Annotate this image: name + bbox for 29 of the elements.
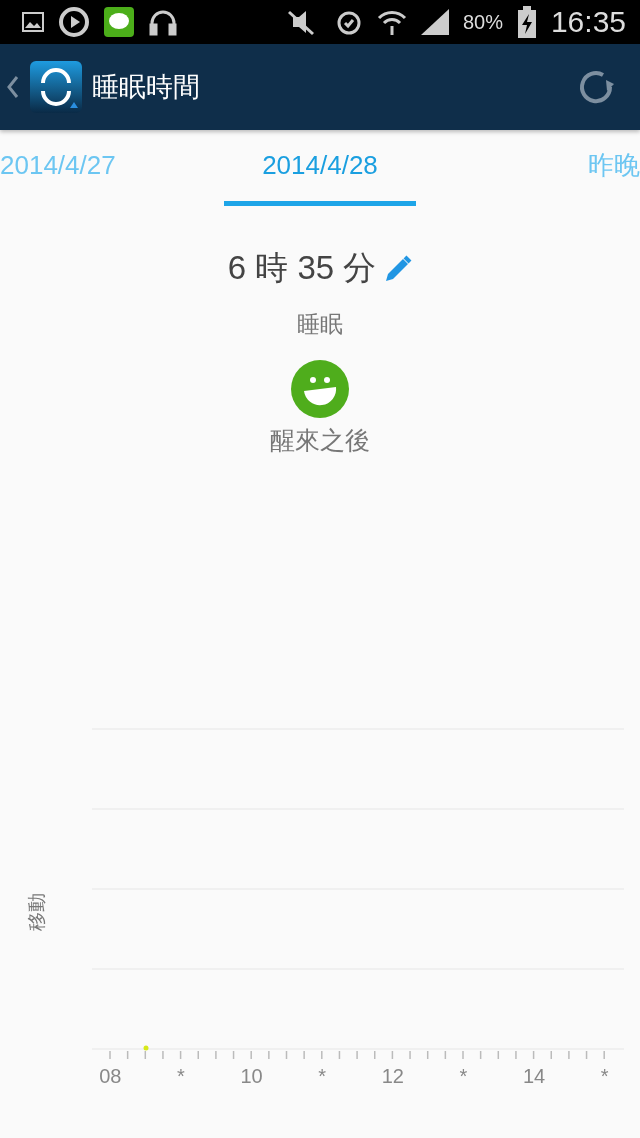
y-axis-label: 移動	[24, 893, 48, 931]
x-tick-label: *	[599, 1065, 610, 1088]
edit-pencil-icon[interactable]	[384, 254, 413, 283]
x-tick-label: 14	[521, 1065, 547, 1088]
x-tick-label: 12	[380, 1065, 405, 1088]
date-tab[interactable]: 2014/4/28	[224, 130, 416, 206]
screen-title: 睡眠時間	[92, 70, 200, 104]
headphones-icon	[148, 8, 178, 36]
x-tick-label: *	[176, 1065, 186, 1088]
signal-icon	[420, 9, 449, 35]
play-icon	[58, 6, 90, 38]
x-tick-label: 08	[98, 1065, 123, 1088]
image-icon	[22, 12, 44, 32]
date-tab[interactable]: 昨晚	[416, 130, 640, 206]
back-chevron-icon[interactable]	[6, 75, 20, 99]
x-tick-label: *	[317, 1065, 328, 1088]
chat-app-icon	[104, 7, 134, 37]
x-tick-label: *	[458, 1065, 469, 1088]
smiley-face-icon	[291, 360, 349, 418]
x-tick-label: 10	[239, 1065, 264, 1088]
app-logo-icon	[30, 61, 82, 113]
wifi-icon	[376, 8, 407, 36]
clock-time: 16:35	[550, 5, 626, 39]
wake-mood-label: 醒來之後	[270, 425, 370, 457]
date-tab[interactable]: 2014/4/27	[0, 130, 224, 206]
sleep-duration: 6 時 35 分	[227, 248, 377, 288]
sleep-label: 睡眠	[297, 310, 343, 339]
battery-percent: 80%	[462, 10, 503, 34]
battery-charging-icon	[516, 6, 537, 38]
